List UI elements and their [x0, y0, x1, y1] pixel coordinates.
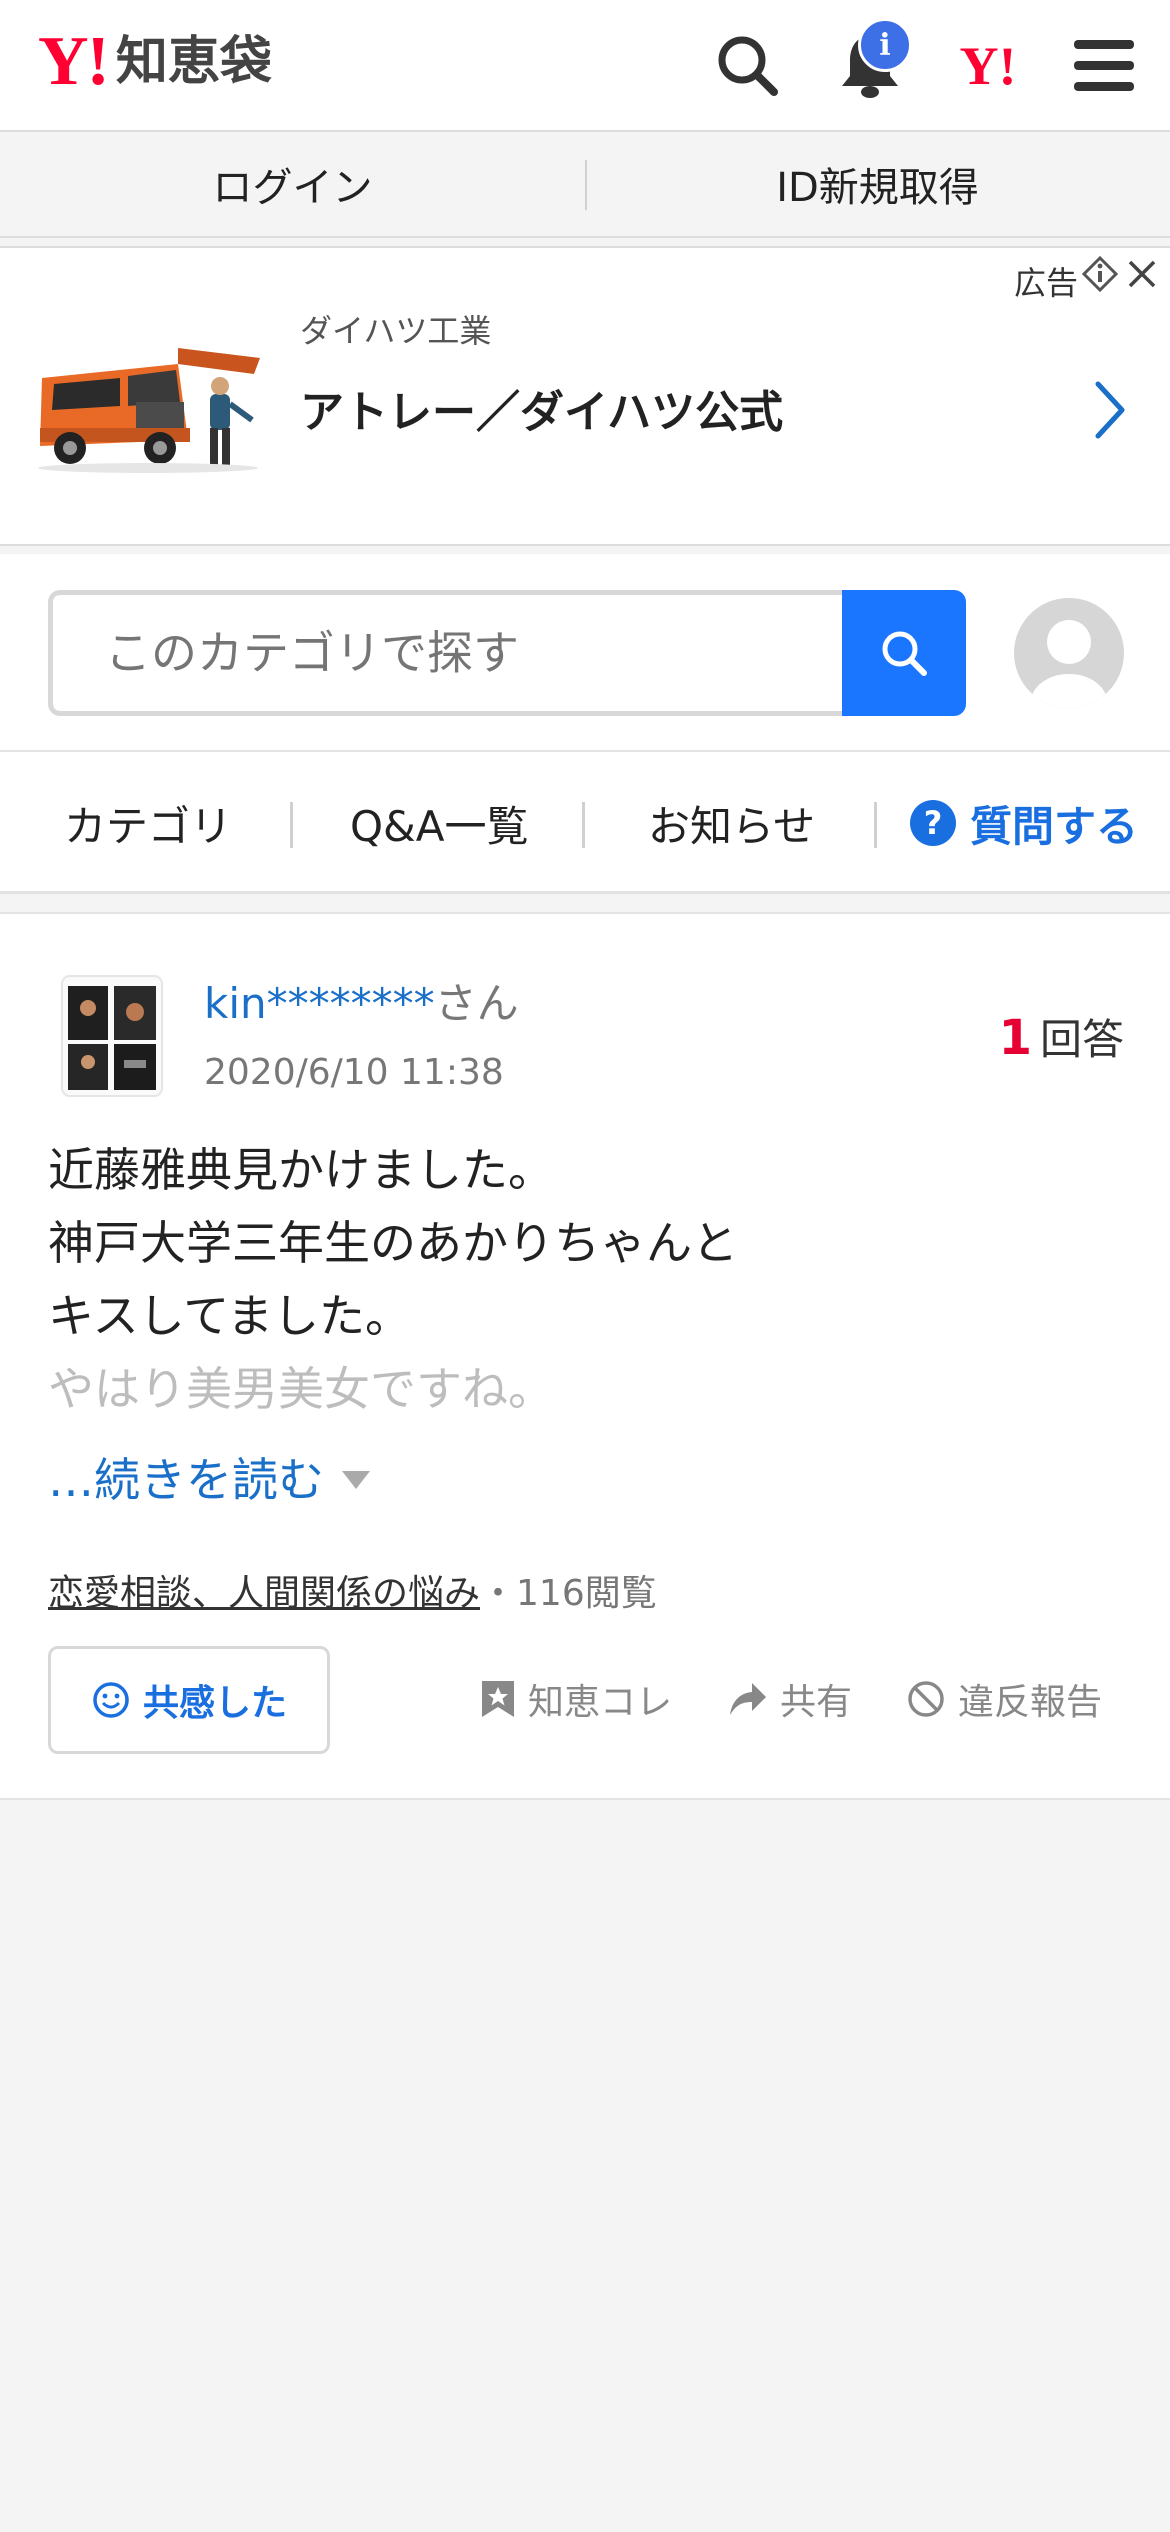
- questioner-avatar[interactable]: [58, 974, 166, 1098]
- questioner-id: kin********: [204, 979, 435, 1028]
- report-button[interactable]: 違反報告: [906, 1666, 1102, 1732]
- empathy-label: 共感した: [142, 1683, 287, 1724]
- meta-separator: ・: [480, 1573, 517, 1614]
- ad-info-icon[interactable]: [1082, 256, 1118, 292]
- register-link[interactable]: ID新規取得: [585, 132, 1170, 236]
- nav-notices[interactable]: お知らせ: [648, 752, 815, 894]
- logo-text: 知恵袋: [115, 32, 272, 92]
- category-search: [0, 554, 1170, 752]
- smile-icon: [93, 1682, 129, 1718]
- caret-down-icon: [342, 1471, 370, 1489]
- chevron-right-icon[interactable]: [1090, 378, 1130, 442]
- question-mark-icon: ?: [910, 800, 956, 846]
- read-more-label: …続きを読む: [48, 1453, 324, 1507]
- nav-category[interactable]: カテゴリ: [64, 752, 232, 894]
- view-count: 116閲覧: [516, 1573, 657, 1614]
- answer-count-number: 1: [998, 1010, 1032, 1066]
- ad-banner[interactable]: 広告 ダイハツ工業 アトレー／ダイハツ公式: [0, 246, 1170, 546]
- chiebukuro-logo[interactable]: Y! 知恵袋: [38, 23, 272, 100]
- app-header: Y! 知恵袋 i Y!: [0, 0, 1170, 132]
- read-more-link[interactable]: …続きを読む: [48, 1444, 370, 1510]
- auth-divider: [585, 160, 587, 210]
- nav-divider: [874, 802, 877, 848]
- nav-qa-list[interactable]: Q&A一覧: [350, 752, 529, 894]
- category-link[interactable]: 恋愛相談、人間関係の悩み: [48, 1573, 480, 1614]
- ask-question-label: 質問する: [970, 801, 1139, 851]
- questioner-suffix: さん: [434, 979, 519, 1028]
- search-icon: [882, 631, 927, 676]
- report-label: 違反報告: [958, 1682, 1103, 1723]
- notification-bell-icon[interactable]: i: [832, 18, 912, 104]
- share-label: 共有: [780, 1682, 853, 1723]
- collect-label: 知恵コレ: [528, 1682, 673, 1723]
- question-line: 近藤雅典見かけました。: [48, 1143, 554, 1197]
- share-button[interactable]: 共有: [728, 1666, 852, 1732]
- login-link[interactable]: ログイン: [0, 132, 585, 236]
- ad-title[interactable]: アトレー／ダイハツ公式: [300, 376, 783, 440]
- question-line: キスしてました。: [48, 1289, 411, 1343]
- share-arrow-icon: [730, 1683, 766, 1715]
- prohibited-icon: [908, 1681, 944, 1717]
- menu-icon[interactable]: [1066, 28, 1142, 104]
- category-nav: カテゴリ Q&A一覧 お知らせ ? 質問する: [0, 752, 1170, 894]
- question-date: 2020/6/10 11:38: [204, 1052, 504, 1093]
- ad-label: 広告: [1013, 264, 1078, 302]
- question-card: kin********さん 2020/6/10 11:38 1 回答 近藤雅典見か…: [0, 912, 1170, 1800]
- question-meta: 恋愛相談、人間関係の悩み・116閲覧: [48, 1564, 657, 1616]
- nav-divider: [582, 802, 585, 848]
- user-avatar[interactable]: [1014, 598, 1124, 708]
- ad-car-image[interactable]: [28, 328, 268, 478]
- auth-bar: ログイン ID新規取得: [0, 132, 1170, 238]
- ask-question-button[interactable]: ? 質問する: [910, 752, 1138, 894]
- bookmark-star-icon: [482, 1681, 514, 1717]
- ad-close-icon[interactable]: [1124, 256, 1160, 292]
- question-line: 神戸大学三年生のあかりちゃんと: [48, 1216, 738, 1270]
- nav-divider: [290, 802, 293, 848]
- search-icon[interactable]: [710, 28, 786, 104]
- search-button[interactable]: [842, 590, 966, 716]
- answer-count[interactable]: 1 回答: [999, 1006, 1124, 1067]
- question-body: 近藤雅典見かけました。 神戸大学三年生のあかりちゃんと キスしてました。 やはり…: [48, 1134, 1128, 1426]
- yahoo-japan-icon[interactable]: Y!: [950, 28, 1026, 104]
- category-search-input[interactable]: [48, 590, 842, 716]
- user-icon: [1031, 620, 1107, 708]
- notification-badge: i: [858, 18, 912, 72]
- collect-button[interactable]: 知恵コレ: [480, 1666, 672, 1732]
- ad-company: ダイハツ工業: [300, 312, 492, 350]
- empathy-button[interactable]: 共感した: [48, 1646, 330, 1754]
- questioner-name[interactable]: kin********さん: [204, 970, 519, 1031]
- yahoo-japan-mark: Y!: [959, 36, 1017, 96]
- yahoo-logo-mark: Y!: [38, 23, 110, 100]
- answer-count-label: 回答: [1039, 1015, 1124, 1064]
- question-line-faded: やはり美男美女ですね。: [48, 1362, 554, 1416]
